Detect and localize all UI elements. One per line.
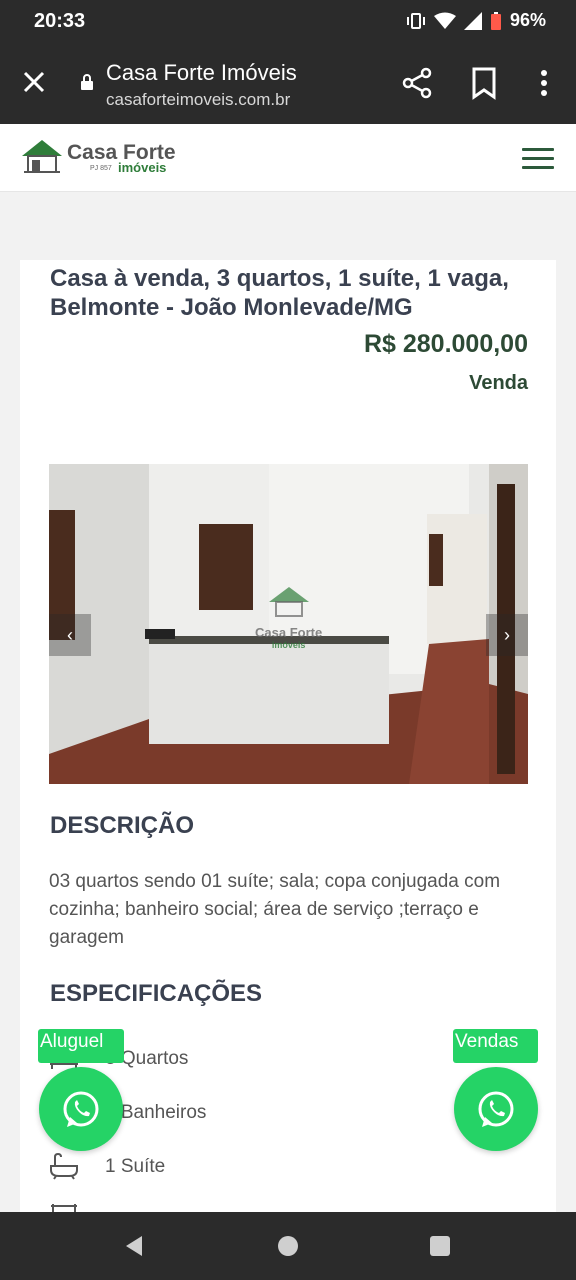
watermark-text: Casa Forte — [255, 625, 323, 640]
battery-icon — [490, 11, 501, 30]
property-photo[interactable]: Casa Forte imóveis ‹ › — [49, 464, 528, 784]
wifi-icon — [433, 12, 456, 29]
chevron-left-icon: ‹ — [67, 624, 73, 645]
listing-title: Casa à venda, 3 quartos, 1 suíte, 1 vaga… — [50, 265, 509, 321]
watermark-subtext: imóveis — [271, 640, 306, 650]
spec-label: 1 Suíte — [105, 1156, 166, 1177]
description-text: 03 quartos sendo 01 suíte; sala; copa co… — [49, 871, 501, 948]
house-logo-icon — [22, 140, 62, 173]
photo-next-button[interactable]: › — [486, 614, 528, 656]
whatsapp-icon — [63, 1091, 99, 1127]
status-time: 20:33 — [34, 10, 86, 32]
logo-subtext: imóveis — [118, 160, 167, 175]
signal-icon — [463, 11, 482, 30]
site-header: Casa Forte PJ 857 imóveis — [0, 124, 576, 192]
page-title: Casa Forte Imóveis — [106, 60, 297, 85]
lock-icon — [81, 74, 93, 90]
more-vert-icon[interactable] — [532, 66, 556, 100]
whatsapp-icon — [478, 1091, 514, 1127]
bathtub-icon — [50, 1152, 78, 1180]
status-bar: 20:33 96% — [0, 0, 576, 44]
vibrate-icon — [406, 12, 425, 29]
listing-price: R$ 280.000,00 — [363, 330, 528, 358]
deal-type: Venda — [469, 372, 528, 394]
back-icon[interactable] — [122, 1234, 146, 1258]
status-icons: 96% — [406, 10, 546, 31]
system-nav-bar — [0, 1212, 576, 1280]
recents-icon[interactable] — [430, 1236, 450, 1256]
site-logo[interactable]: Casa Forte PJ 857 imóveis — [20, 134, 180, 184]
close-icon[interactable] — [18, 66, 50, 98]
photo-prev-button[interactable]: ‹ — [49, 614, 91, 656]
browser-toolbar: Casa Forte Imóveis casaforteimoveis.com.… — [0, 44, 576, 124]
whatsapp-vendas-label[interactable]: Vendas — [453, 1029, 538, 1063]
share-icon[interactable] — [400, 66, 434, 100]
specs-heading: ESPECIFICAÇÕES — [50, 980, 263, 1007]
whatsapp-aluguel-button[interactable] — [39, 1067, 123, 1151]
menu-icon[interactable] — [522, 148, 554, 172]
logo-registration: PJ 857 — [90, 165, 112, 172]
bookmark-icon[interactable] — [470, 66, 498, 100]
chevron-right-icon: › — [504, 624, 510, 645]
whatsapp-aluguel-label[interactable]: Aluguel — [38, 1029, 124, 1063]
url-text[interactable]: casaforteimoveis.com.br — [106, 90, 290, 110]
watermark-house-icon — [268, 587, 309, 617]
photo-watermark: Casa Forte imóveis — [255, 584, 322, 650]
home-icon[interactable] — [278, 1236, 298, 1256]
battery-level: 96% — [509, 10, 546, 30]
description-heading: DESCRIÇÃO — [50, 812, 195, 839]
whatsapp-vendas-button[interactable] — [454, 1067, 538, 1151]
